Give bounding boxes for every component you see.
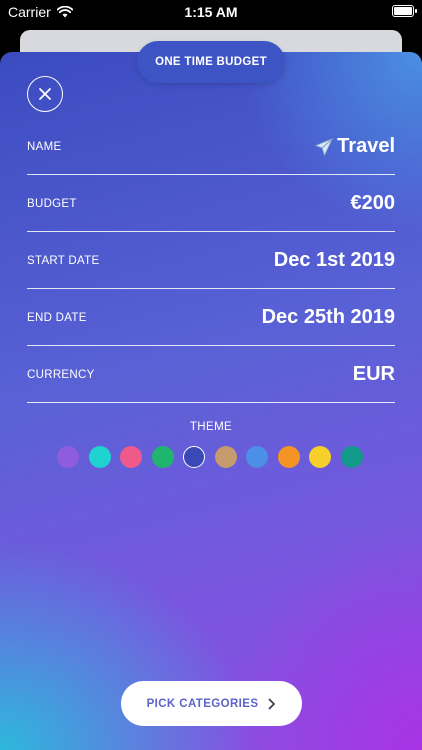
close-button[interactable]	[27, 76, 63, 112]
budget-card: NAME Travel BUDGET €200 START DATE Dec 1…	[0, 52, 422, 750]
pick-categories-label: PICK CATEGORIES	[146, 697, 259, 710]
status-bar: Carrier 1:15 AM	[0, 0, 422, 24]
theme-swatch-10[interactable]	[340, 446, 363, 468]
clock: 1:15 AM	[184, 4, 238, 20]
theme-swatch-1[interactable]	[57, 446, 79, 468]
budget-value: €200	[350, 192, 396, 214]
start-date-value: Dec 1st 2019	[273, 249, 395, 271]
end-date-label: END DATE	[27, 311, 87, 324]
end-date-row[interactable]: END DATE Dec 25th 2019	[27, 290, 395, 346]
budget-label: BUDGET	[27, 197, 77, 210]
airplane-icon	[314, 137, 334, 156]
name-value-group: Travel	[313, 135, 395, 158]
theme-swatch-2[interactable]	[88, 446, 111, 468]
theme-swatch-3[interactable]	[120, 446, 142, 468]
currency-label: CURRENCY	[27, 368, 95, 381]
budget-row[interactable]: BUDGET €200	[27, 176, 395, 232]
name-row[interactable]: NAME Travel	[27, 119, 395, 175]
theme-swatch-6[interactable]	[214, 446, 237, 468]
end-date-value: Dec 25th 2019	[261, 306, 395, 328]
start-date-label: START DATE	[27, 254, 100, 267]
theme-label: THEME	[189, 421, 233, 433]
battery-icon	[392, 5, 417, 17]
close-icon	[39, 88, 51, 100]
theme-swatch-7[interactable]	[246, 446, 268, 468]
theme-swatch-8[interactable]	[277, 446, 300, 468]
start-date-row[interactable]: START DATE Dec 1st 2019	[27, 233, 395, 289]
currency-row[interactable]: CURRENCY EUR	[27, 347, 395, 403]
name-label: NAME	[27, 140, 62, 153]
theme-swatch-9[interactable]	[309, 446, 331, 468]
name-value: Travel	[337, 135, 395, 157]
theme-swatches	[57, 446, 363, 468]
budget-type-pill[interactable]: ONE TIME BUDGET	[137, 41, 285, 83]
theme-swatch-5[interactable]	[183, 446, 205, 468]
pick-categories-button[interactable]: PICK CATEGORIES	[121, 681, 302, 726]
currency-value: EUR	[352, 363, 395, 385]
theme-swatch-4[interactable]	[151, 446, 174, 468]
chevron-right-icon	[269, 698, 276, 709]
